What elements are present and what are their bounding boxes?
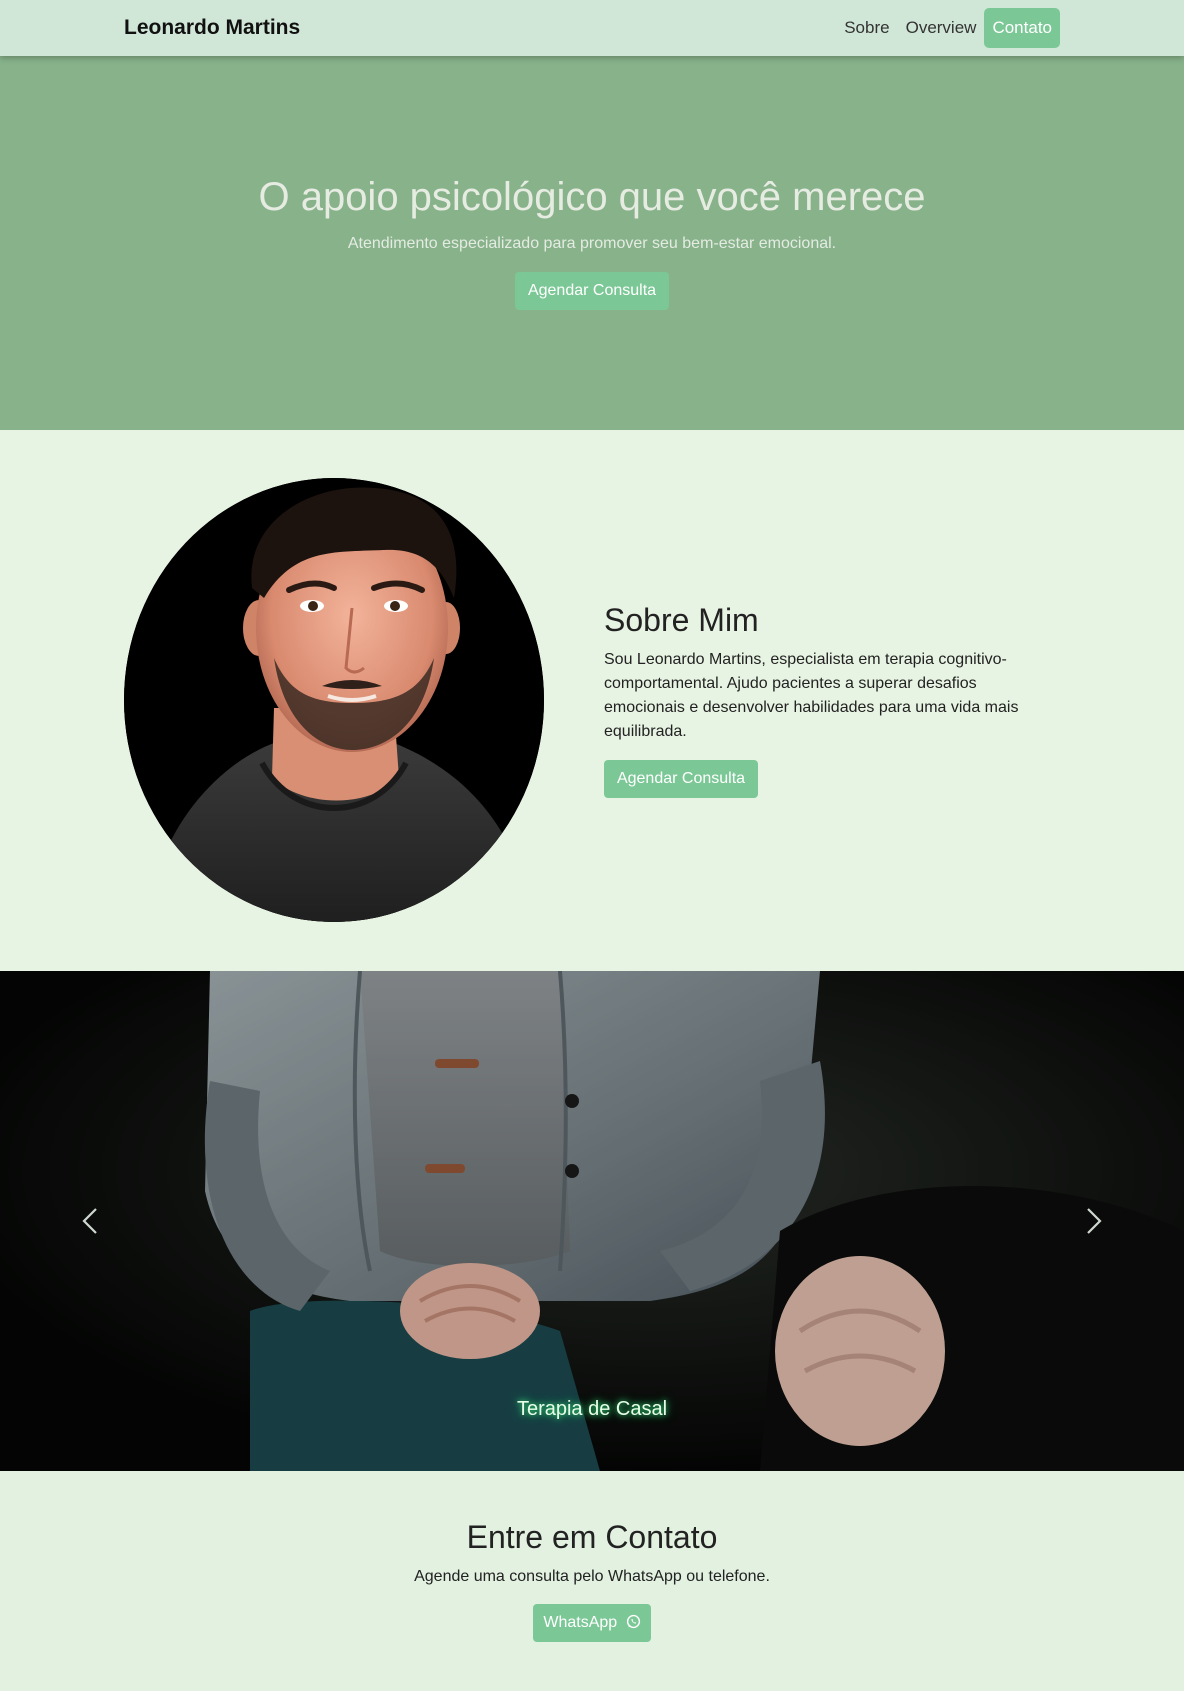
nav-link-sobre[interactable]: Sobre	[836, 8, 897, 48]
chevron-left-icon	[82, 1208, 97, 1234]
nav-link-contato[interactable]: Contato	[984, 8, 1060, 48]
navbar: Leonardo Martins Sobre Overview Contato	[0, 0, 1184, 56]
carousel-prev-button[interactable]	[70, 1201, 110, 1241]
about-title: Sobre Mim	[604, 602, 759, 638]
chevron-right-icon	[1087, 1208, 1102, 1234]
carousel-next-button[interactable]	[1074, 1201, 1114, 1241]
nav-links: Sobre Overview Contato	[836, 8, 1060, 48]
about-section: Sobre Mim Sou Leonardo Martins, especial…	[0, 430, 1184, 971]
carousel: Terapia de Casal	[0, 971, 1184, 1471]
brand-logo[interactable]: Leonardo Martins	[124, 16, 300, 40]
whatsapp-button-label: WhatsApp	[543, 1614, 618, 1631]
hero-schedule-button[interactable]: Agendar Consulta	[515, 272, 669, 310]
contact-section: Entre em Contato Agende uma consulta pel…	[0, 1471, 1184, 1691]
whatsapp-icon	[626, 1614, 640, 1629]
whatsapp-button[interactable]: WhatsApp	[533, 1604, 651, 1642]
hero-section: O apoio psicológico que você merece Aten…	[0, 56, 1184, 430]
about-schedule-button[interactable]: Agendar Consulta	[604, 760, 758, 798]
carousel-caption: Terapia de Casal	[516, 1398, 668, 1420]
contact-title: Entre em Contato	[466, 1519, 718, 1555]
nav-link-overview[interactable]: Overview	[898, 8, 985, 48]
hero-title: O apoio psicológico que você merece	[258, 175, 926, 219]
portrait-photo	[124, 478, 544, 922]
about-text: Sou Leonardo Martins, especialista em te…	[604, 651, 1019, 740]
contact-text: Agende uma consulta pelo WhatsApp ou tel…	[414, 1568, 770, 1585]
hero-subtitle: Atendimento especializado para promover …	[347, 235, 837, 252]
